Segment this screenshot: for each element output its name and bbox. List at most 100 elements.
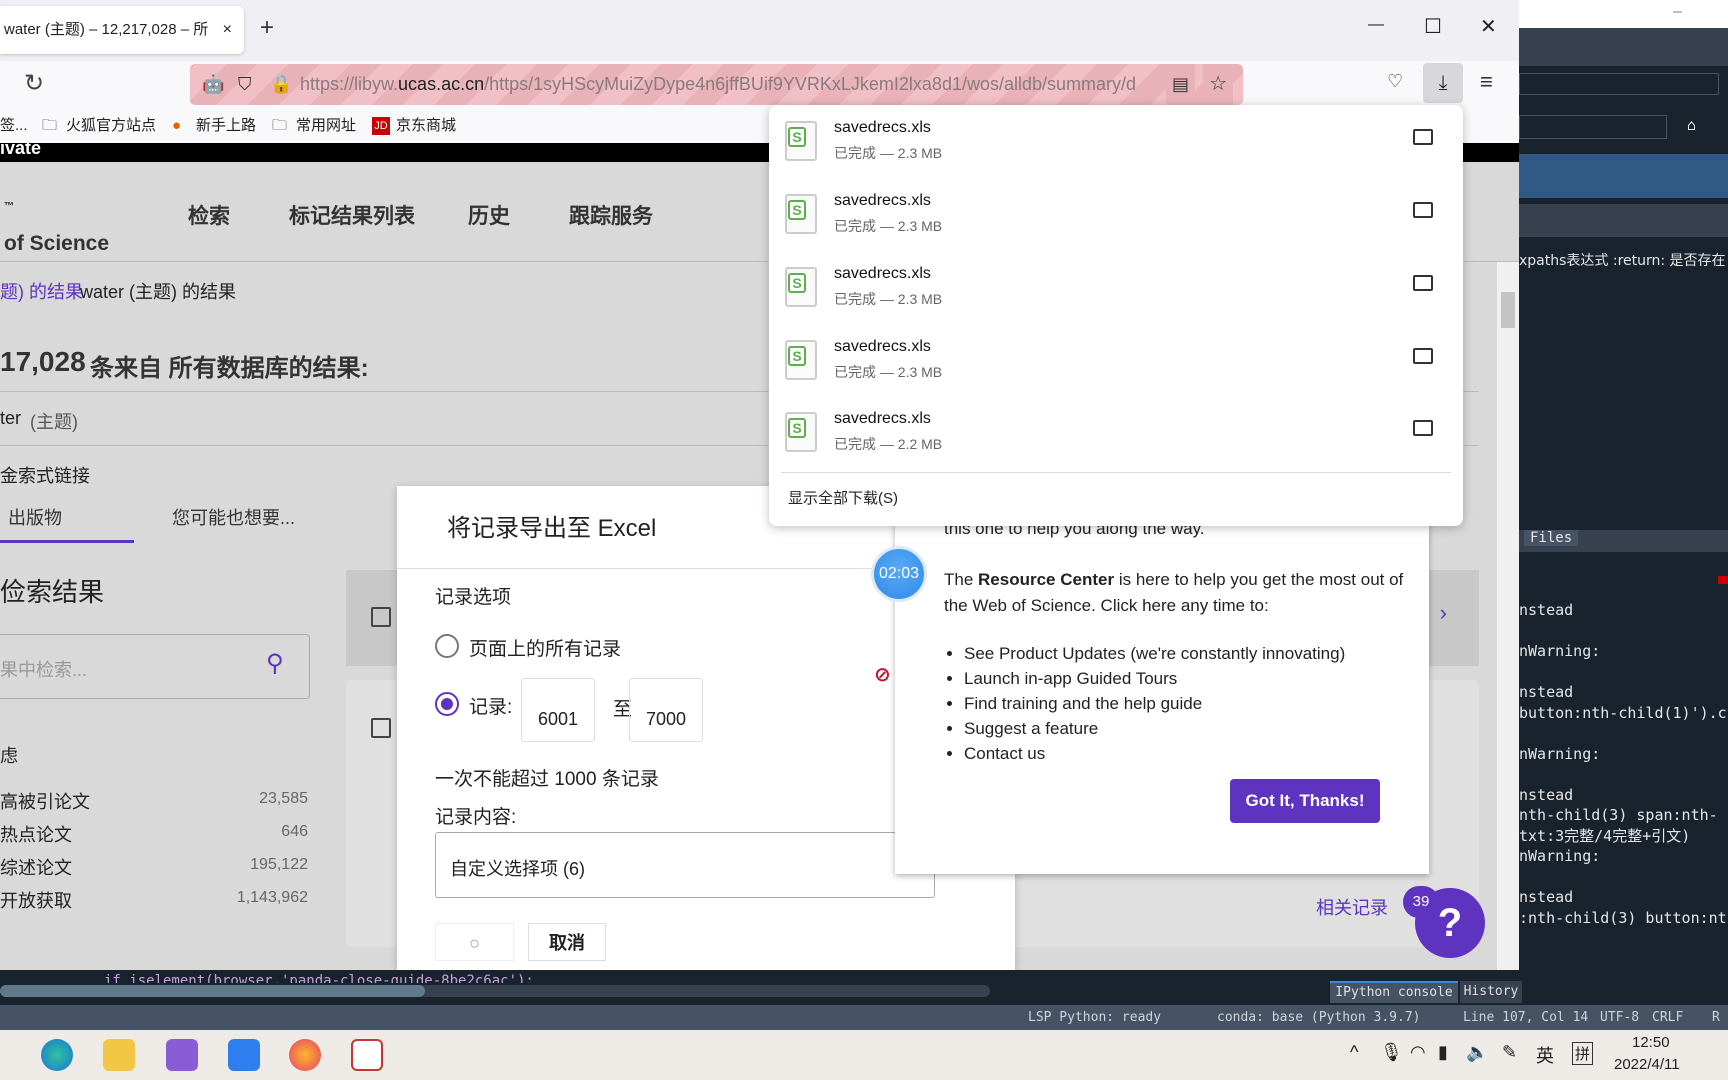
clock-date[interactable]: 2022/4/11 — [1614, 1056, 1680, 1073]
query-link-label[interactable]: 金索式链接 — [0, 462, 90, 488]
blocked-icon: ⊘ — [874, 664, 891, 686]
edge-icon[interactable] — [41, 1039, 73, 1071]
download-item[interactable]: Ssavedrecs.xls 已完成 — 2.3 MB — [769, 326, 1463, 399]
ime-mode[interactable]: 拼 — [1572, 1042, 1594, 1065]
got-it-button[interactable]: Got It, Thanks! — [1230, 779, 1380, 823]
tab-close-icon[interactable]: × — [223, 6, 232, 54]
visual-studio-icon[interactable] — [166, 1039, 198, 1071]
radio-all-records[interactable] — [435, 634, 459, 658]
nav-marked-list[interactable]: 标记结果列表 — [289, 200, 415, 230]
tab-history[interactable]: History — [1460, 981, 1522, 1003]
tab-publications[interactable]: 出版物 — [8, 504, 62, 530]
refine-search-input[interactable]: 果中检索... ⚲ — [0, 634, 310, 699]
chevron-right-icon[interactable]: › — [1440, 600, 1447, 626]
tray-chevron-icon[interactable]: ^ — [1350, 1042, 1358, 1063]
download-item[interactable]: Ssavedrecs.xls 已完成 — 2.2 MB — [769, 398, 1463, 471]
pen-icon[interactable]: ✎ — [1502, 1042, 1517, 1063]
folder-icon[interactable] — [1413, 129, 1433, 145]
clock-time[interactable]: 12:50 — [1632, 1034, 1670, 1051]
record-checkbox[interactable] — [371, 718, 391, 738]
menu-icon[interactable]: ≡ — [1480, 69, 1493, 95]
search-placeholder: 果中检索... — [0, 660, 88, 680]
bookmark-item[interactable]: 常用网址 — [296, 108, 356, 143]
file-explorer-icon[interactable] — [103, 1039, 135, 1071]
minimize-button[interactable]: — — [1673, 2, 1682, 20]
record-from-input[interactable]: 6001 — [521, 678, 595, 742]
page-scrollbar[interactable] — [1497, 262, 1519, 970]
breadcrumb-link[interactable]: 题) 的结果 — [0, 278, 83, 304]
bookmark-item[interactable]: 签... — [0, 108, 28, 143]
nav-tracking[interactable]: 跟踪服务 — [569, 200, 653, 230]
ipython-console[interactable]: nstead nWarning: nstead button:nth-child(1)… — [1519, 600, 1728, 928]
folder-icon[interactable] — [1413, 202, 1433, 218]
extension-icon[interactable]: 🤖 — [202, 64, 224, 105]
ime-language[interactable]: 英 — [1536, 1042, 1554, 1068]
path-combobox[interactable] — [1519, 73, 1719, 95]
reload-icon[interactable]: ↻ — [24, 69, 44, 98]
url-bar[interactable]: 🤖 ⛉ 🔒 https://libyw.ucas.ac.cn/https/1sy… — [190, 64, 1243, 105]
encoding: UTF-8 — [1600, 1010, 1640, 1025]
pocket-icon[interactable]: ♡ — [1387, 71, 1403, 92]
radio-record-range[interactable] — [435, 692, 459, 716]
show-all-downloads[interactable]: 显示全部下载(S) — [788, 487, 898, 508]
volume-icon[interactable]: 🔈 — [1466, 1042, 1488, 1063]
firefox-icon[interactable] — [289, 1039, 321, 1071]
list-item: Launch in-app Guided Tours — [964, 666, 1345, 691]
select-all-checkbox[interactable] — [371, 607, 391, 627]
desc-text: is here to help you get the most out of — [1114, 570, 1404, 589]
folder-icon[interactable] — [1413, 348, 1433, 364]
console-line: nstead — [1519, 601, 1574, 619]
download-item[interactable]: Ssavedrecs.xls 已完成 — 2.3 MB — [769, 253, 1463, 326]
bookmark-star-icon[interactable]: ☆ — [1203, 64, 1233, 105]
home-icon[interactable]: ⌂ — [1687, 116, 1696, 134]
new-tab-button[interactable]: + — [260, 14, 274, 42]
maximize-button[interactable]: ☐ — [1424, 14, 1442, 39]
folder-icon[interactable] — [1413, 420, 1433, 436]
record-content-select[interactable]: 自定义选择项 (6) — [435, 832, 935, 898]
battery-icon[interactable]: ▮ — [1438, 1042, 1448, 1063]
download-item[interactable]: Ssavedrecs.xls 已完成 — 2.3 MB — [769, 107, 1463, 180]
bookmark-item[interactable]: 火狐官方站点 — [66, 108, 156, 143]
feishu-icon[interactable] — [228, 1039, 260, 1071]
scrollbar-thumb[interactable] — [1501, 292, 1515, 328]
minimize-button[interactable]: — — [1368, 16, 1384, 34]
app-icon[interactable] — [351, 1039, 383, 1071]
microphone-icon[interactable]: 🎙 — [1380, 1042, 1403, 1063]
logo-tm: ™ — [4, 201, 14, 212]
nav-history[interactable]: 历史 — [468, 200, 510, 230]
files-tab[interactable]: Files — [1524, 530, 1579, 546]
filter-item[interactable]: 热点论文 646 — [0, 821, 310, 845]
filter-item[interactable]: 综述论文 195,122 — [0, 854, 310, 878]
export-button-loading[interactable]: ○ — [435, 923, 514, 961]
spreadsheet-file-icon: S — [785, 267, 817, 307]
folder-icon[interactable] — [1413, 275, 1433, 291]
bookmark-item[interactable]: 京东商城 — [396, 108, 456, 143]
filter-count: 1,143,962 — [236, 889, 308, 906]
scrollbar-thumb[interactable] — [0, 985, 425, 997]
shield-icon[interactable]: ⛉ — [238, 64, 252, 105]
wifi-icon[interactable]: ◠ — [1410, 1042, 1426, 1063]
reader-view-icon[interactable]: ▤ — [1165, 64, 1195, 105]
filter-label: 热点论文 — [0, 825, 72, 845]
bookmark-item[interactable]: 新手上路 — [196, 108, 256, 143]
editor-hscrollbar[interactable] — [0, 985, 990, 997]
limit-note: 一次不能超过 1000 条记录 — [435, 769, 659, 790]
wos-logo[interactable]: of Science ™ — [4, 194, 109, 255]
url-domain: ucas.ac.cn — [398, 74, 485, 94]
lock-icon[interactable]: 🔒 — [270, 64, 292, 105]
downloads-icon[interactable]: ⤓ — [1423, 63, 1463, 103]
cancel-button[interactable]: 取消 — [528, 923, 606, 961]
close-button[interactable]: ✕ — [1480, 14, 1497, 39]
tab-recommended[interactable]: 您可能也想要... — [172, 504, 295, 530]
tab-title: water (主题) – 12,217,028 – 所 — [4, 21, 209, 38]
related-records-link[interactable]: 相关记录 — [1316, 894, 1388, 920]
filter-item[interactable]: 开放获取 1,143,962 — [0, 887, 310, 911]
record-to-input[interactable]: 7000 — [629, 678, 703, 742]
browser-tab[interactable]: water (主题) – 12,217,028 – 所 × — [0, 6, 244, 54]
object-combobox[interactable] — [1519, 115, 1667, 139]
nav-search[interactable]: 检索 — [188, 200, 230, 230]
search-icon[interactable]: ⚲ — [266, 649, 284, 678]
tab-ipython-console[interactable]: IPython console — [1330, 981, 1458, 1003]
download-item[interactable]: Ssavedrecs.xls 已完成 — 2.3 MB — [769, 180, 1463, 253]
filter-item[interactable]: 高被引论文 23,585 — [0, 788, 310, 812]
